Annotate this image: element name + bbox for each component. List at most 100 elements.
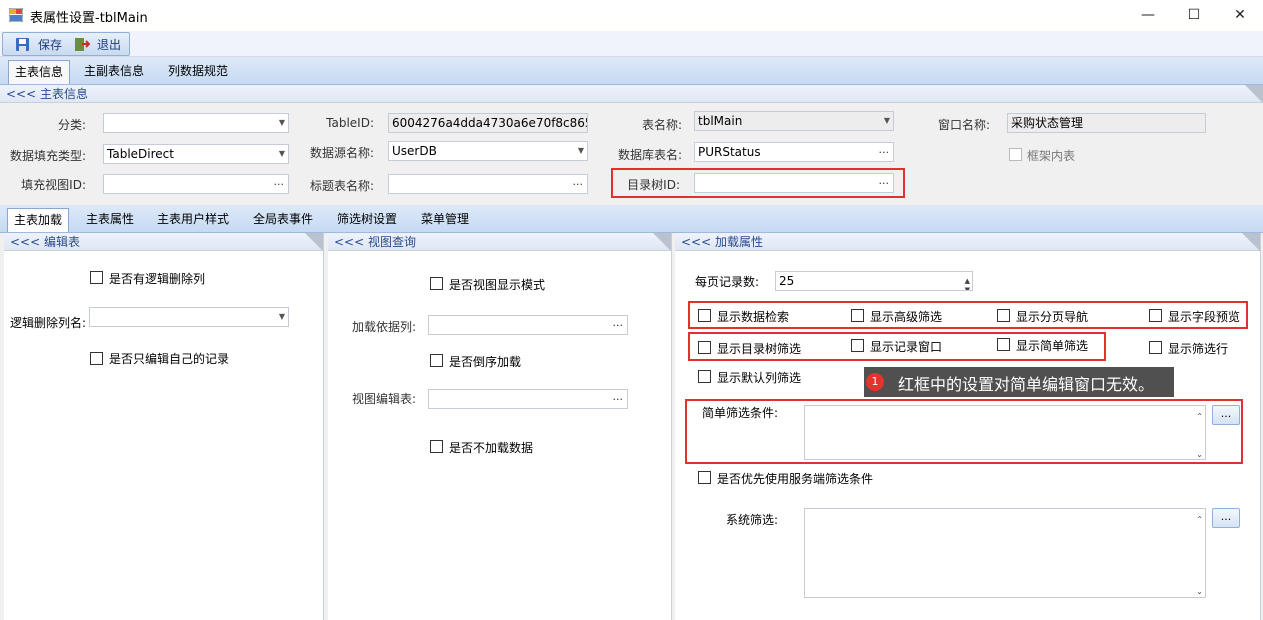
treeid-label: 目录树ID: (627, 178, 680, 192)
maximize-button[interactable]: ☐ (1171, 0, 1217, 31)
exit-button[interactable]: 退出 (97, 36, 121, 54)
show-record-window-label: 显示记录窗口 (870, 340, 943, 354)
show-default-col-label: 显示默认列筛选 (717, 371, 802, 385)
frame-table-label: 框架内表 (1027, 149, 1076, 163)
logic-delete-label: 是否有逻辑删除列 (109, 272, 206, 286)
simple-cond-label: 简单筛选条件: (702, 406, 779, 420)
main-info-header-text: <<< 主表信息 (6, 87, 88, 101)
ellipsis-icon: ... (612, 390, 624, 403)
show-search-checkbox[interactable] (698, 309, 711, 322)
tab-menu-mgmt[interactable]: 菜单管理 (415, 208, 475, 232)
edit-table-panel: <<< 编辑表 (4, 233, 324, 620)
show-search-label: 显示数据检索 (717, 310, 790, 324)
simple-cond-browse-button[interactable]: ... (1212, 405, 1240, 425)
tableid-label: TableID: (326, 116, 374, 130)
fillview-field[interactable]: ... (103, 174, 289, 194)
logic-delete-name-label: 逻辑删除列名: (10, 316, 87, 330)
tablename-label: 表名称: (641, 118, 682, 132)
spin-down-icon[interactable]: ▼ (965, 281, 970, 290)
system-filter-label: 系统筛选: (726, 513, 779, 527)
server-first-checkbox[interactable] (698, 471, 711, 484)
save-icon (16, 38, 29, 51)
show-filter-row-label: 显示筛选行 (1168, 342, 1229, 356)
load-basis-label: 加载依据列: (351, 320, 416, 334)
main-info-header: <<< 主表信息 (0, 85, 1263, 103)
server-first-label: 是否优先使用服务端筛选条件 (717, 472, 874, 486)
datasource-value: UserDB (392, 144, 437, 158)
view-edit-label: 视图编辑表: (351, 392, 416, 406)
show-adv-filter-checkbox[interactable] (851, 309, 864, 322)
ellipsis-icon: ... (878, 143, 890, 156)
load-attr-header: <<< 加载属性 (675, 233, 1260, 251)
tablename-dropdown[interactable]: tblMain ▼ (694, 111, 894, 131)
scroll-down-icon[interactable]: ⌄ (1196, 583, 1203, 597)
window-name-field[interactable]: 采购状态管理 (1007, 113, 1206, 133)
titletable-label: 标题表名称: (309, 179, 374, 193)
window-title: 表属性设置-tblMain (30, 11, 148, 26)
per-page-spinner[interactable]: 25 ▲ ▼ (775, 271, 973, 291)
load-basis-field[interactable]: ... (428, 315, 628, 335)
tab-user-style[interactable]: 主表用户样式 (151, 208, 235, 232)
ellipsis-icon: ... (878, 174, 890, 187)
frame-table-checkbox[interactable] (1009, 148, 1022, 161)
show-field-preview-checkbox[interactable] (1149, 309, 1162, 322)
save-button[interactable]: 保存 (38, 36, 62, 54)
simple-cond-textarea[interactable]: ⌃ ⌄ (804, 405, 1206, 460)
show-paging-checkbox[interactable] (997, 309, 1010, 322)
filltype-dropdown[interactable]: TableDirect ▼ (103, 144, 289, 164)
filltype-value: TableDirect (107, 147, 174, 161)
titletable-field[interactable]: ... (388, 174, 588, 194)
dbtable-value: PURStatus (698, 145, 761, 159)
category-label: 分类: (57, 118, 86, 132)
system-filter-textarea[interactable]: ⌃ ⌄ (804, 508, 1206, 598)
only-own-label: 是否只编辑自己的记录 (109, 352, 230, 366)
chevron-down-icon: ▼ (278, 312, 285, 321)
logic-delete-checkbox[interactable] (90, 271, 103, 284)
show-default-col-checkbox[interactable] (698, 370, 711, 383)
view-edit-field[interactable]: ... (428, 389, 628, 409)
scroll-down-icon[interactable]: ⌄ (1196, 446, 1203, 459)
scroll-up-icon[interactable]: ⌃ (1196, 511, 1203, 529)
callout-text: 红框中的设置对简单编辑窗口无效。 (898, 375, 1155, 394)
show-tree-filter-checkbox[interactable] (698, 341, 711, 354)
view-mode-checkbox[interactable] (430, 277, 443, 290)
tab-main-load[interactable]: 主表加载 (7, 208, 70, 232)
dbtable-field[interactable]: PURStatus... (694, 142, 894, 162)
logic-delete-name-dropdown[interactable]: ▼ (89, 307, 289, 327)
reverse-load-checkbox[interactable] (430, 354, 443, 367)
system-filter-browse-button[interactable]: ... (1212, 508, 1240, 528)
view-mode-label: 是否视图显示模式 (449, 278, 546, 292)
close-button[interactable]: ✕ (1217, 0, 1263, 31)
tab-main-info[interactable]: 主表信息 (8, 60, 71, 84)
toolbar-group: 保存 退出 (2, 32, 130, 56)
show-paging-label: 显示分页导航 (1016, 310, 1089, 324)
chevron-down-icon: ▼ (278, 149, 285, 158)
ellipsis-icon: ... (572, 175, 584, 188)
tab-main-attrs[interactable]: 主表属性 (80, 208, 140, 232)
chevron-down-icon: ▼ (577, 146, 584, 155)
top-tab-strip: 主表信息 主副表信息 列数据规范 (0, 57, 1263, 85)
minimize-button[interactable]: — (1125, 0, 1171, 31)
edit-table-header-text: <<< 编辑表 (10, 235, 80, 249)
tab-global-events[interactable]: 全局表事件 (247, 208, 319, 232)
show-tree-filter-label: 显示目录树筛选 (717, 342, 802, 356)
tab-main-sub-info[interactable]: 主副表信息 (78, 60, 150, 84)
show-record-window-checkbox[interactable] (851, 339, 864, 352)
treeid-field[interactable]: ... (694, 173, 894, 193)
per-page-value: 25 (779, 274, 795, 288)
datasource-dropdown[interactable]: UserDB ▼ (388, 141, 588, 161)
tab-filter-tree[interactable]: 筛选树设置 (331, 208, 403, 232)
only-own-checkbox[interactable] (90, 352, 103, 365)
fillview-label: 填充视图ID: (21, 178, 86, 192)
tab-column-spec[interactable]: 列数据规范 (162, 60, 234, 84)
ellipsis-icon: ... (612, 316, 624, 329)
toolbar: 保存 退出 (0, 31, 1263, 57)
chevron-down-icon: ▼ (883, 116, 890, 125)
show-filter-row-checkbox[interactable] (1149, 341, 1162, 354)
show-simple-filter-checkbox[interactable] (997, 338, 1010, 351)
scroll-up-icon[interactable]: ⌃ (1196, 408, 1203, 426)
tableid-field[interactable]: 6004276a4dda4730a6e70f8c8658 (388, 113, 588, 133)
no-load-checkbox[interactable] (430, 440, 443, 453)
callout-number-badge: 1 (866, 373, 884, 391)
category-dropdown[interactable]: ▼ (103, 113, 289, 133)
